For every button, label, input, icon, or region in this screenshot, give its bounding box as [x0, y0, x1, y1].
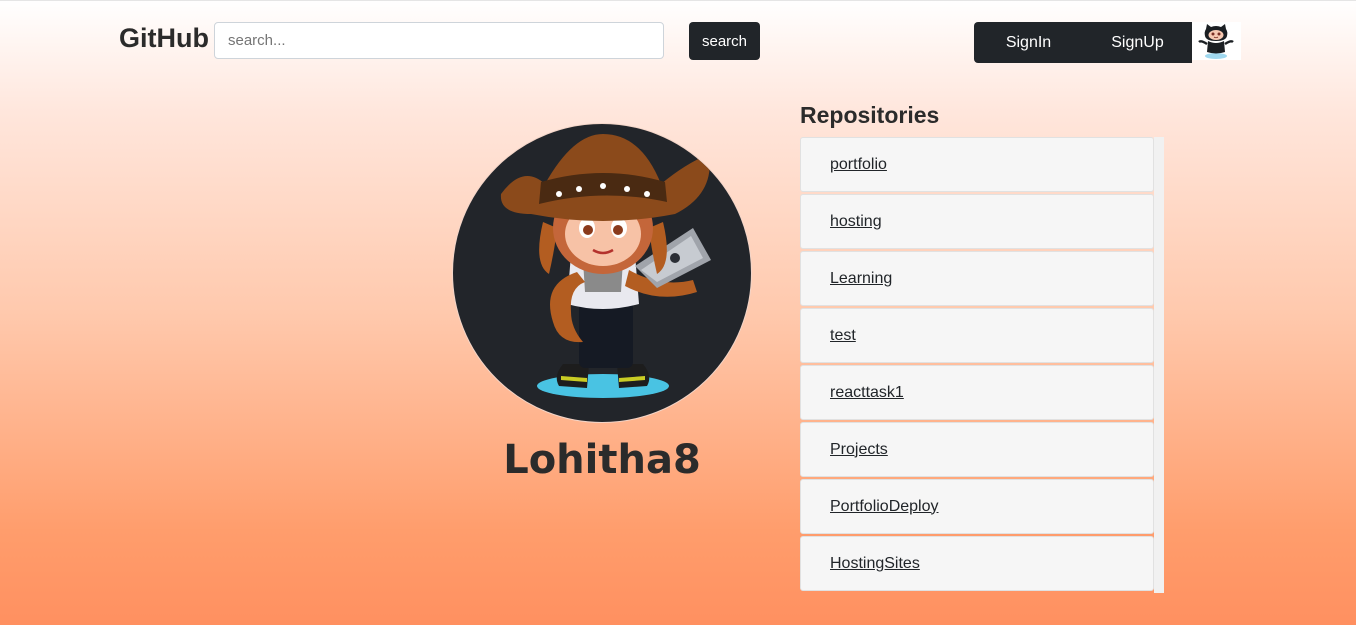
- repo-link-portfolio[interactable]: portfolio: [830, 156, 887, 174]
- signup-button[interactable]: SignUp: [1083, 22, 1192, 63]
- repo-item: HostingSites: [800, 536, 1154, 591]
- repo-link-learning[interactable]: Learning: [830, 270, 892, 288]
- repo-item: test: [800, 308, 1154, 363]
- search-button[interactable]: search: [689, 22, 760, 60]
- brand-logo-text[interactable]: GitHub: [119, 23, 209, 54]
- profile-avatar: [452, 123, 752, 423]
- auth-button-group: SignIn SignUp: [974, 22, 1192, 63]
- repo-link-portfoliodeploy[interactable]: PortfolioDeploy: [830, 498, 939, 516]
- profile-username: Lohitha8: [503, 437, 701, 483]
- signin-button[interactable]: SignIn: [974, 22, 1083, 63]
- repo-item: hosting: [800, 194, 1154, 249]
- repo-link-test[interactable]: test: [830, 327, 856, 345]
- octocat-icon[interactable]: [1192, 22, 1241, 60]
- repo-item: Learning: [800, 251, 1154, 306]
- repo-item: PortfolioDeploy: [800, 479, 1154, 534]
- repo-link-hosting[interactable]: hosting: [830, 213, 882, 231]
- repo-item: portfolio: [800, 137, 1154, 192]
- repo-link-hostingsites[interactable]: HostingSites: [830, 555, 920, 573]
- repo-item: reacttask1: [800, 365, 1154, 420]
- repository-list[interactable]: portfolio hosting Learning test reacttas…: [800, 137, 1164, 593]
- search-input[interactable]: [214, 22, 664, 59]
- scrollbar[interactable]: [1154, 137, 1164, 593]
- repo-item: Projects: [800, 422, 1154, 477]
- repo-link-projects[interactable]: Projects: [830, 441, 888, 459]
- repositories-heading: Repositories: [800, 102, 940, 128]
- repo-link-reacttask1[interactable]: reacttask1: [830, 384, 904, 402]
